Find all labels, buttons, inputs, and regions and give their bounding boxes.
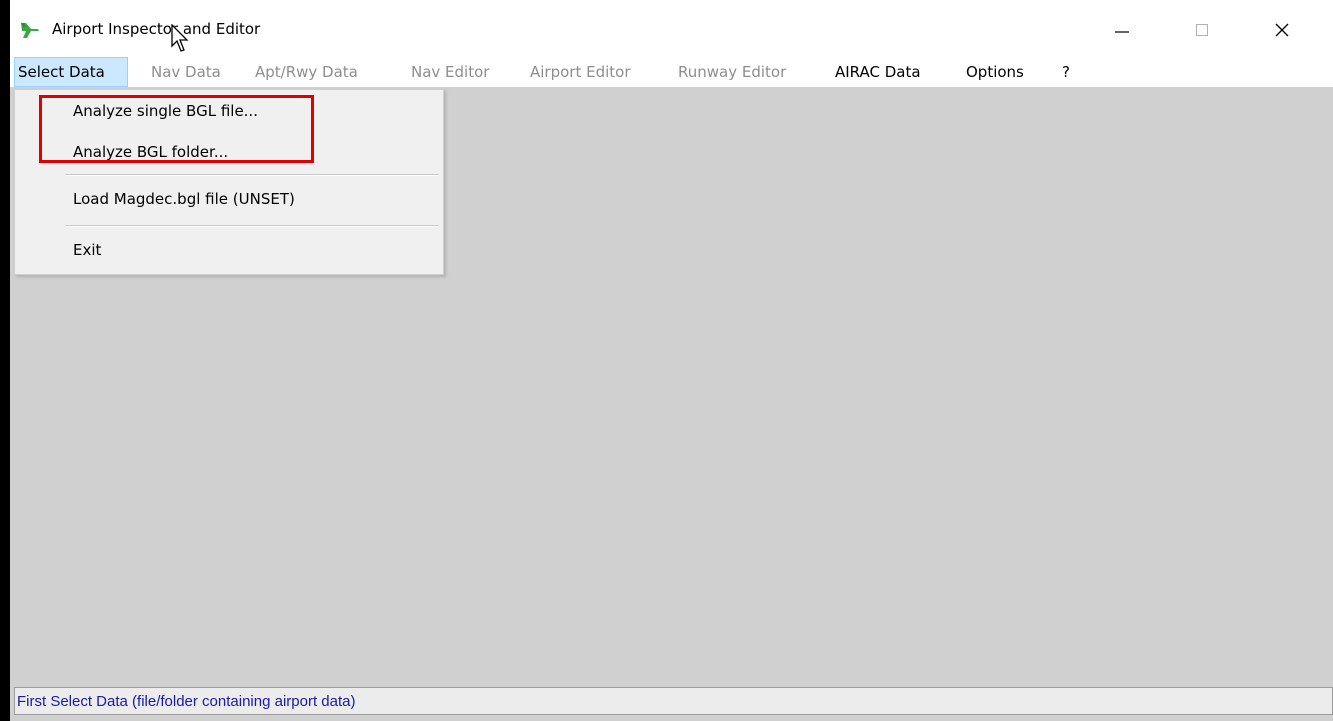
window-title: Airport Inspector and Editor — [52, 20, 261, 38]
title-bar[interactable]: Airport Inspector and Editor — [10, 0, 1333, 60]
green-airplane-icon — [21, 23, 39, 38]
menuitem-load-magdec[interactable]: Load Magdec.bgl file (UNSET) — [73, 190, 295, 208]
menu-nav-editor[interactable]: Nav Editor — [408, 57, 492, 87]
mouse-pointer-icon — [171, 24, 189, 52]
menu-help[interactable]: ? — [1059, 57, 1073, 87]
menu-separator — [65, 225, 439, 227]
red-highlight-box — [39, 95, 314, 163]
app-window: Airport Inspector and Editor Select Data… — [10, 0, 1333, 721]
maximize-button[interactable] — [1163, 0, 1243, 60]
minimize-button[interactable] — [1083, 0, 1163, 60]
menu-airac-data[interactable]: AIRAC Data — [832, 57, 924, 87]
menuitem-exit[interactable]: Exit — [73, 241, 101, 259]
status-bar: First Select Data (file/folder containin… — [14, 687, 1333, 715]
status-text: First Select Data (file/folder containin… — [17, 693, 356, 710]
menu-airport-editor[interactable]: Airport Editor — [527, 57, 634, 87]
menu-options[interactable]: Options — [963, 57, 1027, 87]
menu-bar: Select Data Nav Data Apt/Rwy Data Nav Ed… — [10, 57, 1333, 87]
menu-nav-data[interactable]: Nav Data — [148, 57, 224, 87]
menu-select-data[interactable]: Select Data — [14, 57, 128, 87]
menu-runway-editor[interactable]: Runway Editor — [675, 57, 789, 87]
menu-separator — [65, 174, 439, 176]
minimize-icon — [1115, 31, 1129, 33]
maximize-icon — [1196, 24, 1208, 36]
close-button[interactable] — [1243, 0, 1323, 60]
menu-apt-rwy-data[interactable]: Apt/Rwy Data — [252, 57, 361, 87]
close-icon — [1275, 23, 1289, 37]
